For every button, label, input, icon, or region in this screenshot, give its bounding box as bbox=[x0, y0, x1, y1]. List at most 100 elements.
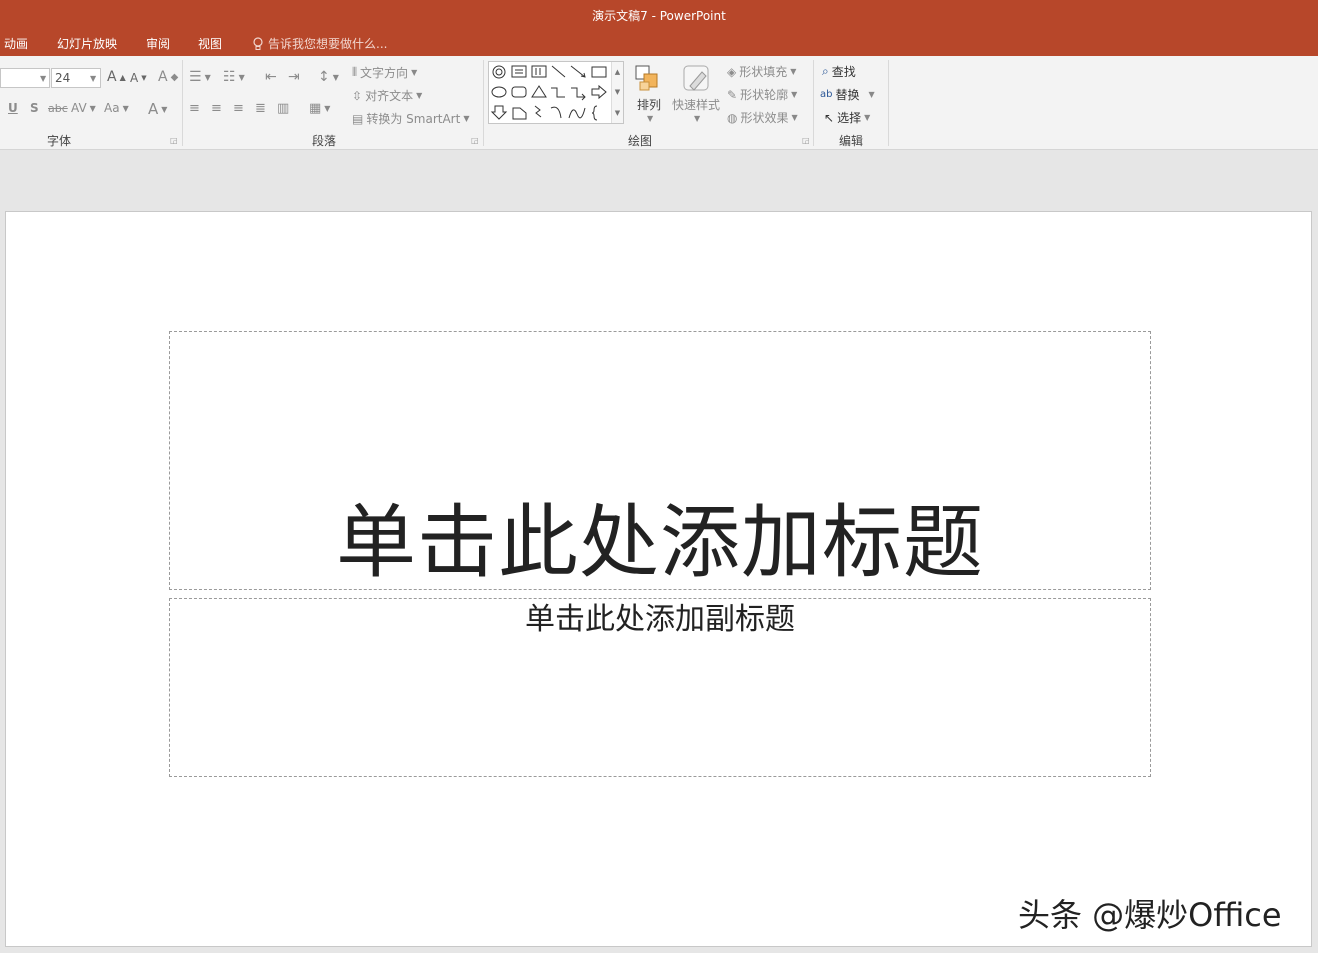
scroll-up-icon[interactable]: ▲ bbox=[615, 68, 620, 76]
align-right-button[interactable]: ≡ bbox=[233, 101, 244, 116]
quick-styles-button[interactable] bbox=[682, 64, 712, 98]
align-center-button[interactable]: ≡ bbox=[211, 101, 222, 116]
group-label-drawing: 绘图 bbox=[628, 134, 653, 148]
find-button[interactable]: ⌕ 查找 bbox=[822, 63, 856, 80]
numbered-list-icon: ☷ bbox=[223, 69, 236, 85]
tell-me-box[interactable]: 告诉我您想要做什么... bbox=[252, 35, 387, 52]
chevron-down-icon: ▼ bbox=[161, 104, 168, 114]
line-spacing-icon: ↕ bbox=[318, 69, 330, 85]
text-direction-icon: ⫴ bbox=[352, 65, 358, 79]
chevron-down-icon: ▼ bbox=[864, 113, 871, 122]
replace-icon: ab bbox=[820, 89, 833, 100]
increase-indent-button[interactable]: ⇥ bbox=[288, 69, 300, 85]
arrange-button[interactable] bbox=[634, 64, 662, 96]
strikethrough-button[interactable]: abc bbox=[48, 102, 68, 115]
align-left-button[interactable]: ≡ bbox=[189, 101, 200, 116]
chevron-down-icon: ▼ bbox=[204, 72, 211, 82]
eraser-icon: ◆ bbox=[170, 71, 179, 83]
columns-button[interactable]: ▦ ▼ bbox=[309, 101, 330, 116]
tab-review[interactable]: 审阅 bbox=[146, 35, 170, 52]
chevron-down-icon: ▼ bbox=[647, 114, 654, 123]
search-icon: ⌕ bbox=[822, 64, 829, 78]
justify-icon: ≣ bbox=[255, 101, 266, 116]
justify-button[interactable]: ≣ bbox=[255, 101, 266, 116]
paragraph-dialog-launcher-icon[interactable]: ◲ bbox=[471, 136, 479, 145]
title-bar: 演示文稿7 - PowerPoint bbox=[0, 0, 1318, 31]
chevron-down-icon: ▼ bbox=[416, 91, 423, 100]
convert-smartart-button[interactable]: ▤ 转换为 SmartArt ▼ bbox=[352, 110, 469, 127]
group-label-paragraph: 段落 bbox=[312, 134, 337, 148]
chevron-down-icon: ▼ bbox=[411, 68, 418, 77]
lightbulb-icon bbox=[253, 36, 263, 50]
chevron-down-icon: ▼ bbox=[791, 90, 798, 99]
quick-styles-label: 快速样式 bbox=[672, 98, 721, 112]
shape-effects-button[interactable]: ◍ 形状效果 ▼ bbox=[727, 109, 798, 126]
change-case-button[interactable]: Aa ▼ bbox=[104, 101, 129, 115]
line-spacing-button[interactable]: ↕ ▼ bbox=[318, 69, 339, 85]
gallery-scroll[interactable]: ▲ ▼ ▼ bbox=[611, 62, 623, 123]
shrink-font-button[interactable]: A ▼ bbox=[130, 71, 147, 85]
chevron-down-icon: ▼ bbox=[463, 114, 470, 123]
tab-view[interactable]: 视图 bbox=[198, 35, 222, 52]
grow-font-button[interactable]: A ▲ bbox=[107, 69, 126, 85]
align-left-icon: ≡ bbox=[189, 101, 200, 116]
slide-canvas[interactable]: 单击此处添加标题 单击此处添加副标题 bbox=[5, 211, 1312, 947]
effects-icon: ◍ bbox=[727, 110, 738, 125]
grow-font-icon: ▲ bbox=[119, 72, 126, 82]
decrease-indent-button[interactable]: ⇤ bbox=[265, 69, 277, 85]
tab-slide-show[interactable]: 幻灯片放映 bbox=[57, 35, 117, 52]
numbering-button[interactable]: ☷ ▼ bbox=[223, 69, 245, 85]
divider bbox=[888, 60, 889, 146]
columns-icon: ▦ bbox=[309, 101, 322, 116]
gallery-more-icon[interactable]: ▼ bbox=[615, 109, 620, 117]
align-text-button[interactable]: ⇳ 对齐文本 ▼ bbox=[352, 87, 422, 104]
char-spacing-button[interactable]: AV ▼ bbox=[71, 101, 96, 115]
shape-fill-button[interactable]: ◈ 形状填充 ▼ bbox=[727, 63, 796, 80]
quick-styles-icon bbox=[683, 65, 709, 91]
shadow-button[interactable]: S bbox=[30, 101, 39, 115]
arrange-icon bbox=[635, 65, 658, 91]
align-text-icon: ⇳ bbox=[352, 88, 363, 103]
group-label-editing: 编辑 bbox=[839, 134, 864, 148]
title-placeholder-text: 单击此处添加标题 bbox=[336, 496, 984, 589]
divider bbox=[182, 60, 183, 146]
shrink-font-icon: ▼ bbox=[141, 74, 147, 82]
ribbon-tabs: 动画 幻灯片放映 审阅 视图 告诉我您想要做什么... bbox=[0, 31, 1318, 56]
shapes-icon bbox=[490, 65, 607, 121]
tab-animations[interactable]: 动画 bbox=[4, 35, 28, 52]
text-direction-button[interactable]: ⫴ 文字方向 ▼ bbox=[352, 64, 417, 81]
chevron-down-icon: ▼ bbox=[694, 114, 701, 123]
chevron-down-icon: ▼ bbox=[122, 103, 129, 113]
paint-bucket-icon: ◈ bbox=[727, 64, 737, 79]
shapes-gallery[interactable]: ▲ ▼ ▼ bbox=[488, 61, 624, 124]
smartart-icon: ▤ bbox=[352, 111, 364, 126]
font-name-dropdown-icon[interactable]: ▼ bbox=[40, 74, 46, 83]
chevron-down-icon: ▼ bbox=[790, 67, 797, 76]
font-size-dropdown-icon[interactable]: ▼ bbox=[90, 74, 96, 83]
clear-formatting-button[interactable]: A ◆ bbox=[158, 69, 178, 85]
align-center-icon: ≡ bbox=[211, 101, 222, 116]
window-title: 演示文稿7 - PowerPoint bbox=[592, 9, 726, 23]
distributed-button[interactable]: ▥ bbox=[277, 101, 289, 116]
underline-button[interactable]: U bbox=[8, 101, 18, 115]
bullet-list-icon: ☰ bbox=[189, 69, 202, 85]
divider bbox=[813, 60, 814, 146]
font-dialog-launcher-icon[interactable]: ◲ bbox=[170, 136, 178, 145]
replace-button[interactable]: ab 替换 ▼ bbox=[820, 86, 875, 103]
drawing-dialog-launcher-icon[interactable]: ◲ bbox=[802, 136, 810, 145]
font-color-button[interactable]: A ▼ bbox=[148, 100, 167, 118]
shape-outline-button[interactable]: ✎ 形状轮廓 ▼ bbox=[727, 86, 797, 103]
outdent-icon: ⇤ bbox=[265, 69, 277, 85]
chevron-down-icon: ▼ bbox=[791, 113, 798, 122]
scroll-down-icon[interactable]: ▼ bbox=[615, 88, 620, 96]
cursor-icon: ↖ bbox=[824, 110, 835, 125]
subtitle-placeholder[interactable]: 单击此处添加副标题 bbox=[169, 598, 1151, 777]
bullets-button[interactable]: ☰ ▼ bbox=[189, 69, 211, 85]
ribbon: ▼ 24 ▼ A ▲ A ▼ A ◆ U S abc AV ▼ Aa ▼ A ▼ 字体 ◲ … bbox=[0, 56, 1318, 150]
chevron-down-icon: ▼ bbox=[89, 103, 96, 113]
title-placeholder[interactable]: 单击此处添加标题 bbox=[169, 331, 1151, 590]
select-button[interactable]: ↖ 选择 ▼ bbox=[824, 109, 870, 126]
pen-icon: ✎ bbox=[727, 87, 738, 102]
watermark: 头条 @爆炒Office bbox=[1018, 896, 1282, 934]
chevron-down-icon: ▼ bbox=[238, 72, 245, 82]
